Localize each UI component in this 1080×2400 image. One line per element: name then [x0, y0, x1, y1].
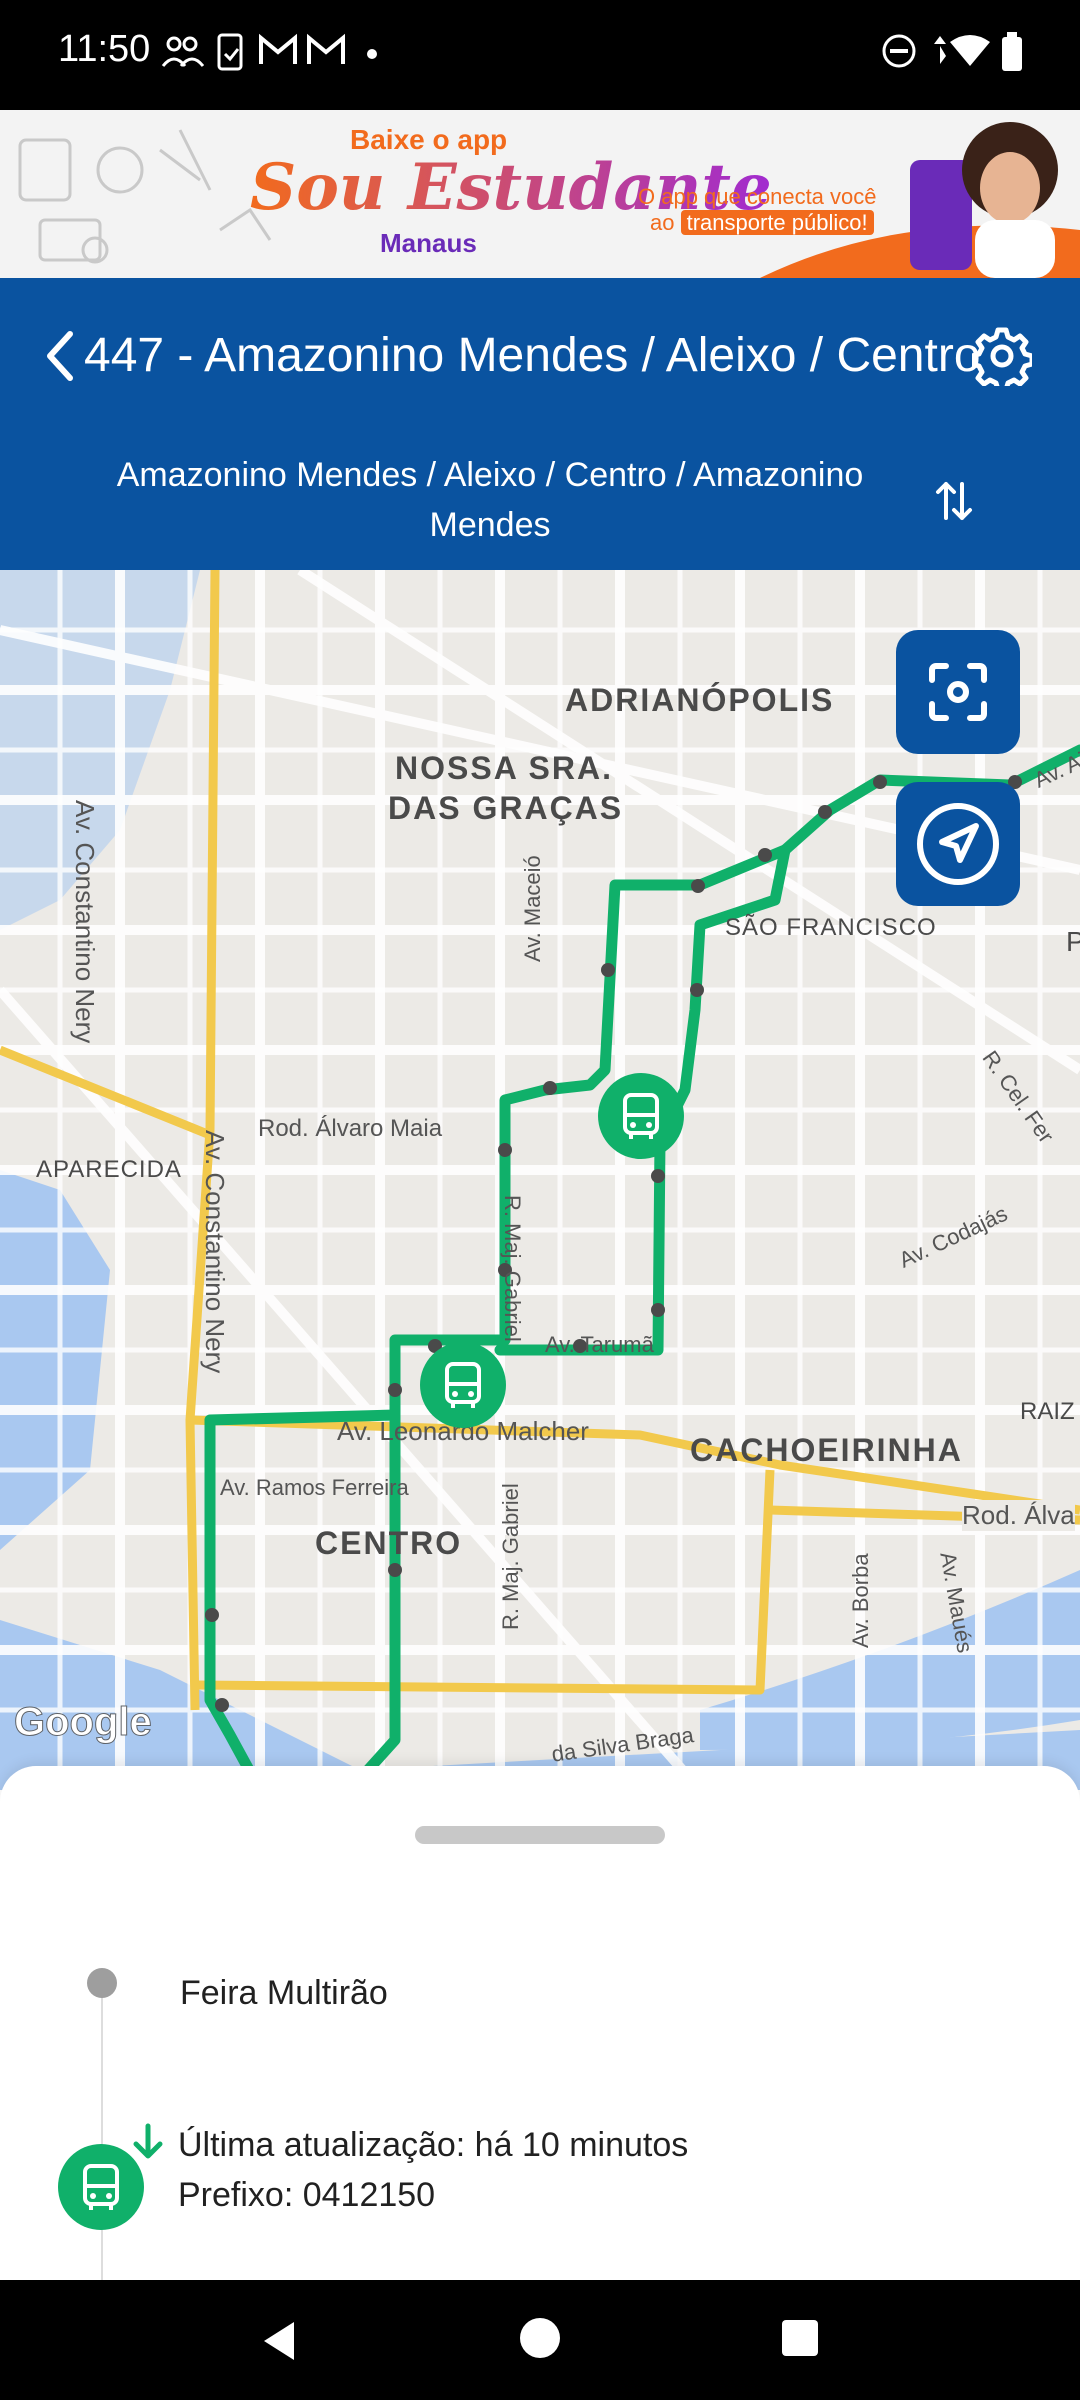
ad-tagline-2: ao transporte público!: [650, 210, 874, 236]
bus-icon: [623, 1093, 659, 1139]
recents-nav-icon[interactable]: [780, 2318, 820, 2358]
navigation-icon: [917, 803, 999, 885]
bus-marker[interactable]: [420, 1342, 506, 1428]
label-aparecida: APARECIDA: [36, 1156, 182, 1183]
focus-icon: [929, 663, 987, 721]
direction-label: Amazonino Mendes / Aleixo / Centro / Ama…: [116, 456, 864, 544]
gmail-icon: [259, 33, 297, 64]
label-nossa-sra: NOSSA SRA.: [395, 750, 613, 786]
street-maj-gabriel-1: R. Maj. Gabriel: [500, 1195, 525, 1342]
do-not-disturb-icon: [882, 34, 916, 68]
street-maj-gabriel-2: R. Maj. Gabriel: [498, 1483, 523, 1630]
street-alvaro-maia: Rod. Álvaro Maia: [258, 1115, 443, 1142]
route-map[interactable]: ADRIANÓPOLIS NOSSA SRA. DAS GRAÇAS SÃO F…: [0, 570, 1080, 1790]
bus-prefix-text: Prefixo: 0412150: [178, 2176, 436, 2214]
street-borba: Av. Borba: [848, 1553, 873, 1648]
people-icon: [161, 36, 204, 67]
street-ramos-ferreira: Av. Ramos Ferreira: [220, 1475, 409, 1500]
timeline-line: [101, 1984, 103, 2284]
stop-name[interactable]: Feira Multirão: [180, 1974, 388, 2013]
ad-tagline-1: O app que conecta você: [638, 184, 877, 209]
back-nav-icon[interactable]: [254, 2316, 304, 2366]
label-cachoeirinha: CACHOEIRINHA: [690, 1432, 963, 1468]
bus-icon: [445, 1362, 481, 1408]
ad-tagline-prefix: ao: [650, 210, 675, 235]
app-header: 447 - Amazonino Mendes / Aleixo / Centro…: [0, 278, 1080, 570]
street-constantino-nery-1: Av. Constantino Nery: [70, 800, 100, 1044]
sim-icon: [217, 33, 243, 71]
focus-button[interactable]: [896, 630, 1020, 754]
label-p: P: [1066, 926, 1080, 957]
street-maceio: Av. Maceió: [520, 855, 545, 962]
swap-vertical-icon[interactable]: [934, 478, 974, 524]
route-title: 447 - Amazonino Mendes / Aleixo / Centro: [84, 329, 981, 382]
street-alvaro-maia-2: Rod. Álva: [962, 1500, 1075, 1531]
label-das-gracas: DAS GRAÇAS: [388, 790, 624, 826]
home-nav-icon[interactable]: [518, 2316, 562, 2360]
bottom-sheet[interactable]: Feira Multirão Última atualização: há 10…: [0, 1766, 1080, 2284]
label-adrianopolis: ADRIANÓPOLIS: [565, 682, 835, 718]
dot-icon: [367, 49, 377, 59]
street-taruma: Av. Tarumã: [545, 1332, 654, 1357]
last-update-text: Última atualização: há 10 minutos: [178, 2126, 689, 2164]
status-time: 11:50: [58, 28, 151, 70]
label-centro: CENTRO: [315, 1525, 463, 1561]
ad-city: Manaus: [380, 228, 477, 258]
ad-banner[interactable]: Baixe o app Sou Estudante Manaus O app q…: [0, 110, 1080, 278]
bus-marker[interactable]: [598, 1073, 684, 1159]
label-raiz: RAIZ: [1020, 1398, 1075, 1425]
bus-status-icon: [58, 2144, 144, 2230]
wifi-icon: [934, 35, 990, 66]
battery-icon: [1002, 32, 1022, 71]
drag-handle[interactable]: [415, 1826, 665, 1844]
chevron-left-icon[interactable]: [42, 328, 78, 384]
my-location-button[interactable]: [896, 782, 1020, 906]
system-nav-bar: [0, 2280, 1080, 2400]
bus-icon: [83, 2164, 119, 2210]
google-attribution: Google: [14, 1700, 153, 1745]
stop-dot: [87, 1968, 117, 1998]
label-sao-francisco: SÃO FRANCISCO: [725, 914, 937, 941]
gear-icon[interactable]: [972, 326, 1032, 386]
street-constantino-nery-2: Av. Constantino Nery: [200, 1130, 230, 1374]
gmail-icon: [307, 33, 345, 64]
ad-tagline-highlight: transporte público!: [680, 210, 874, 235]
status-bar: 11:50: [0, 0, 1080, 110]
